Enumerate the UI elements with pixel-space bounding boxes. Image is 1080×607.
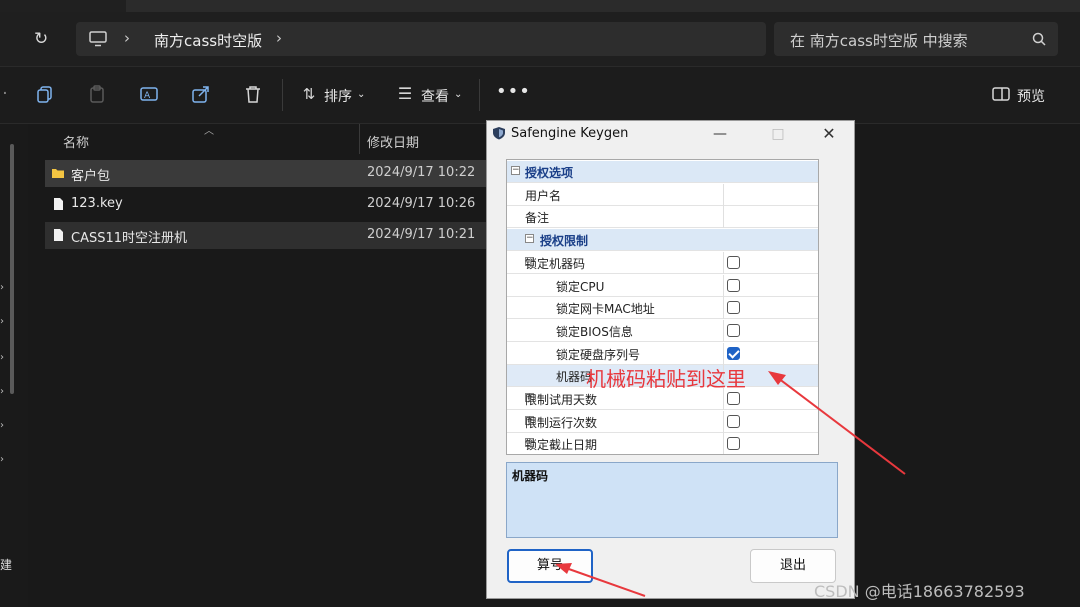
annotation-text: 机械码粘贴到这里: [586, 367, 746, 391]
annotation-arrowhead: [555, 563, 572, 574]
annotation-arrow-line: [565, 567, 646, 597]
annotation-arrows: [555, 371, 906, 597]
annotation-arrow-line: [777, 377, 906, 475]
watermark: CSDN @电话18663782593: [814, 582, 1025, 601]
